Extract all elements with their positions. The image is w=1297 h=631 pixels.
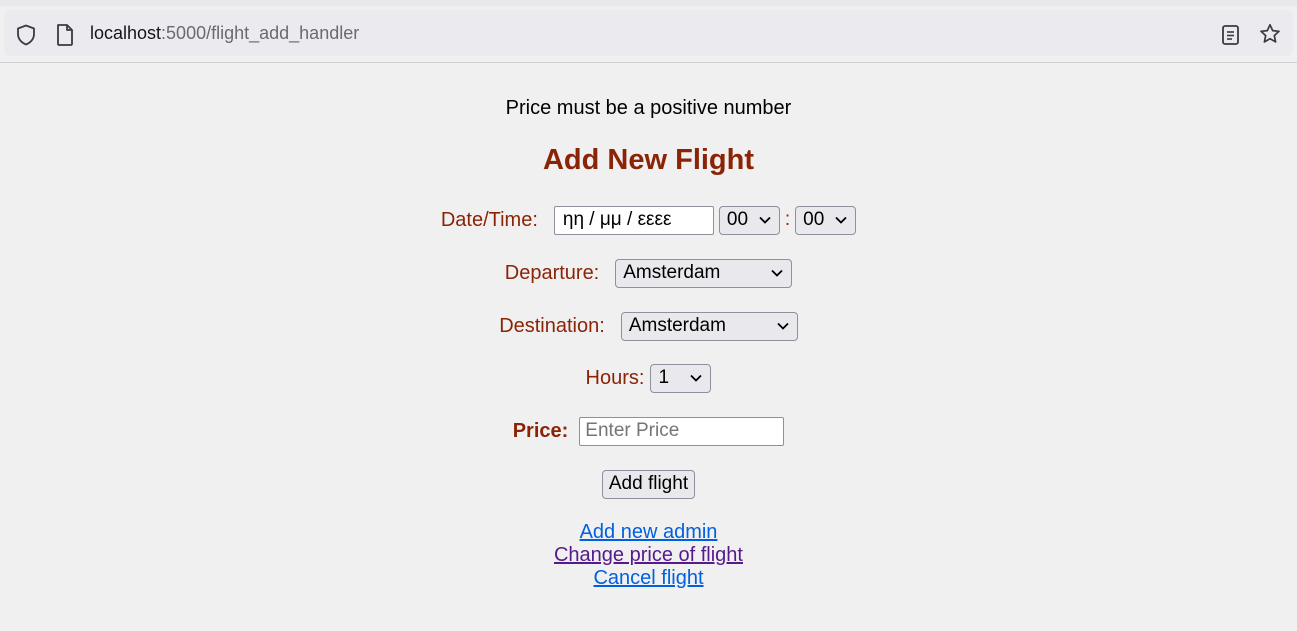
destination-select[interactable]: Amsterdam: [620, 311, 798, 341]
departure-select-value: Amsterdam: [623, 262, 721, 283]
chevron-down-icon: [835, 216, 847, 224]
hours-label: Hours:: [585, 366, 645, 389]
add-flight-button[interactable]: Add flight: [601, 469, 696, 499]
hour-select[interactable]: 00: [718, 205, 780, 235]
browser-chrome-border: [0, 62, 1297, 63]
page-title: Add New Flight: [542, 144, 755, 176]
admin-links: Add new admin Change price of flight Can…: [0, 521, 1297, 590]
hours-select-value: 1: [658, 367, 670, 388]
datetime-label: Date/Time:: [440, 208, 538, 231]
datetime-row: Date/Time: ηη / μμ / εεεε 00 : 00: [0, 205, 1297, 235]
chevron-down-icon: [759, 216, 771, 224]
chevron-down-icon: [777, 322, 789, 330]
price-row: Price: Enter Price: [0, 416, 1297, 446]
departure-row: Departure: Amsterdam: [0, 258, 1297, 288]
window-top-strip: [0, 0, 1297, 6]
url-host: localhost: [90, 23, 162, 43]
destination-row: Destination: Amsterdam: [0, 311, 1297, 341]
price-input[interactable]: Enter Price: [579, 416, 785, 446]
date-input[interactable]: ηη / μμ / εεεε: [553, 205, 714, 235]
error-message: Price must be a positive number: [505, 97, 792, 119]
departure-select[interactable]: Amsterdam: [615, 258, 793, 288]
reader-view-icon[interactable]: [1220, 23, 1242, 47]
hours-select[interactable]: 1: [650, 363, 712, 393]
chevron-down-icon: [771, 269, 783, 277]
url-path: :5000/flight_add_handler: [161, 23, 360, 43]
destination-select-value: Amsterdam: [628, 315, 726, 336]
minute-select[interactable]: 00: [795, 205, 857, 235]
submit-row: Add flight: [0, 469, 1297, 499]
cancel-flight-link[interactable]: Cancel flight: [0, 567, 1297, 590]
add-admin-link[interactable]: Add new admin: [0, 521, 1297, 544]
time-separator: :: [784, 209, 791, 230]
shield-icon[interactable]: [14, 23, 38, 47]
chevron-down-icon: [690, 374, 703, 382]
destination-label: Destination:: [499, 314, 605, 337]
change-price-link[interactable]: Change price of flight: [0, 544, 1297, 567]
hours-row: Hours: 1: [0, 363, 1297, 393]
bookmark-star-icon[interactable]: [1258, 22, 1282, 46]
url-text[interactable]: localhost:5000/flight_add_handler: [90, 23, 359, 44]
departure-label: Departure:: [504, 261, 600, 284]
hour-select-value: 00: [726, 209, 749, 230]
minute-select-value: 00: [803, 209, 825, 230]
price-label: Price:: [512, 419, 569, 442]
page-icon[interactable]: [55, 23, 75, 47]
